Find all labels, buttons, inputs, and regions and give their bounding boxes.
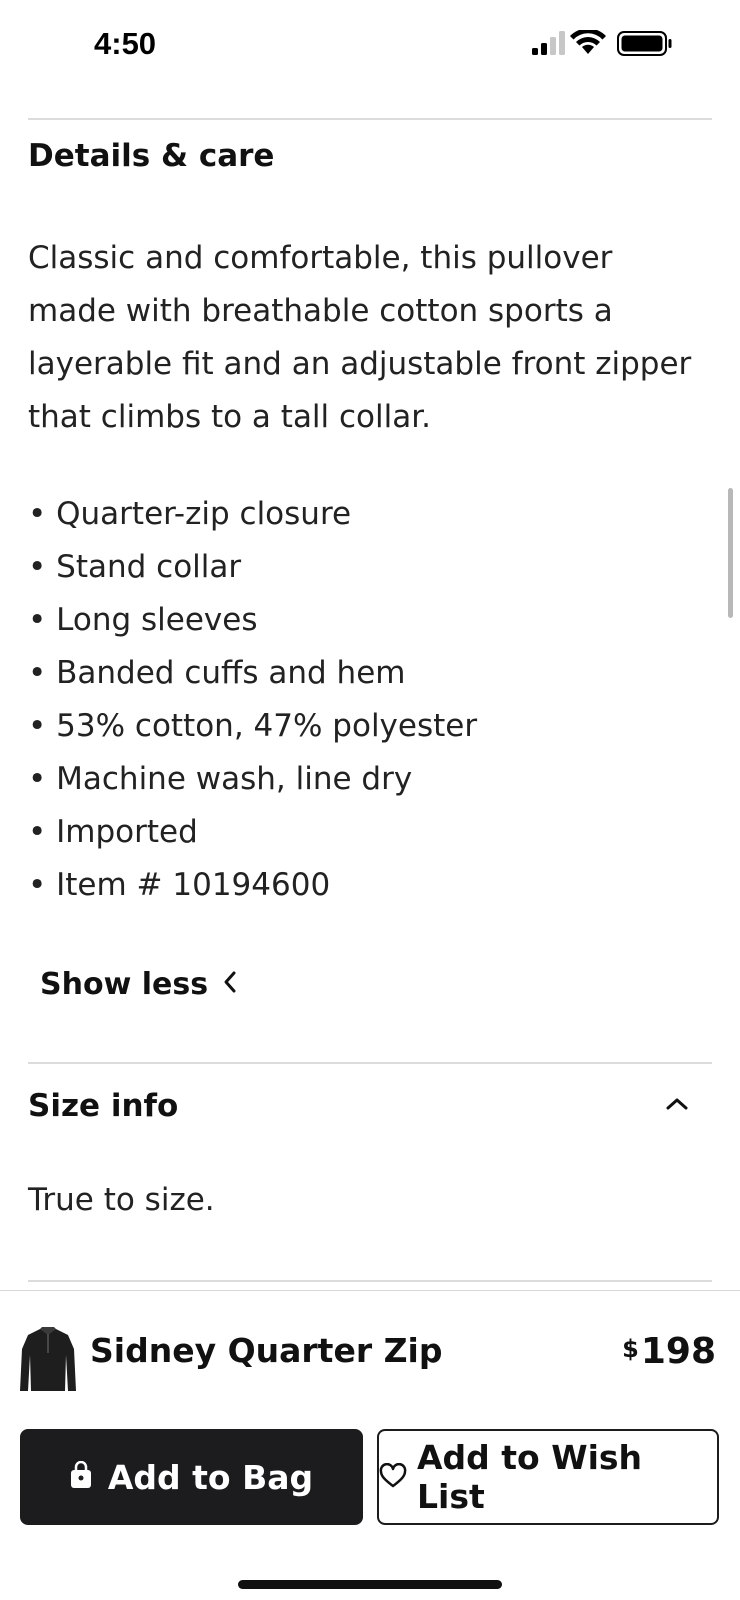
feature-item: • Quarter-zip closure bbox=[28, 496, 352, 532]
chevron-left-icon bbox=[222, 969, 238, 999]
feature-list: • Quarter-zip closure • Stand collar • L… bbox=[28, 488, 708, 912]
heart-icon bbox=[379, 1458, 407, 1497]
product-thumbnail bbox=[18, 1325, 78, 1395]
divider bbox=[28, 118, 712, 120]
divider bbox=[28, 1280, 712, 1282]
feature-item: • 53% cotton, 47% polyester bbox=[28, 708, 478, 744]
wifi-icon bbox=[570, 28, 606, 54]
feature-item: • Banded cuffs and hem bbox=[28, 655, 406, 691]
product-description: Classic and comfortable, this pullover m… bbox=[28, 240, 692, 435]
price-currency: $ bbox=[622, 1335, 639, 1363]
add-to-bag-button[interactable]: Add to Bag bbox=[20, 1429, 363, 1525]
add-to-bag-label: Add to Bag bbox=[107, 1457, 314, 1497]
details-care-heading: Details & care bbox=[28, 138, 275, 174]
scroll-indicator[interactable] bbox=[728, 488, 733, 618]
product-name: Sidney Quarter Zip bbox=[90, 1331, 443, 1370]
purchase-bar: Sidney Quarter Zip $ 198 Add to Bag Add … bbox=[0, 1290, 740, 1600]
cellular-signal-icon bbox=[532, 31, 565, 55]
feature-item: • Machine wash, line dry bbox=[28, 761, 413, 797]
show-less-button[interactable]: Show less bbox=[40, 958, 238, 1010]
size-info-toggle[interactable]: Size info bbox=[28, 1076, 712, 1136]
divider bbox=[28, 1062, 712, 1064]
status-time: 4:50 bbox=[94, 26, 157, 61]
status-bar: 4:50 bbox=[0, 0, 740, 90]
add-to-wish-list-label: Add to Wish List bbox=[417, 1438, 643, 1516]
product-details-content[interactable]: Details & care Classic and comfortable, … bbox=[0, 90, 740, 1290]
home-indicator[interactable] bbox=[238, 1580, 502, 1589]
size-info-text: True to size. bbox=[28, 1182, 215, 1218]
shopping-bag-icon bbox=[70, 1458, 92, 1497]
feature-item: • Long sleeves bbox=[28, 602, 258, 638]
product-price: $ 198 bbox=[622, 1331, 716, 1372]
feature-item: • Stand collar bbox=[28, 549, 242, 585]
size-info-heading: Size info bbox=[28, 1088, 179, 1124]
feature-item: • Imported bbox=[28, 814, 198, 850]
feature-item: • Item # 10194600 bbox=[28, 867, 331, 903]
status-icons bbox=[532, 28, 688, 58]
chevron-up-icon bbox=[664, 1096, 690, 1116]
product-detail-screen: 4:50 Details & care Classic and comforta… bbox=[0, 0, 740, 1600]
price-amount: 198 bbox=[640, 1331, 716, 1372]
add-to-wish-list-button[interactable]: Add to Wish List bbox=[377, 1429, 719, 1525]
show-less-label: Show less bbox=[40, 966, 209, 1002]
battery-icon bbox=[617, 31, 672, 56]
